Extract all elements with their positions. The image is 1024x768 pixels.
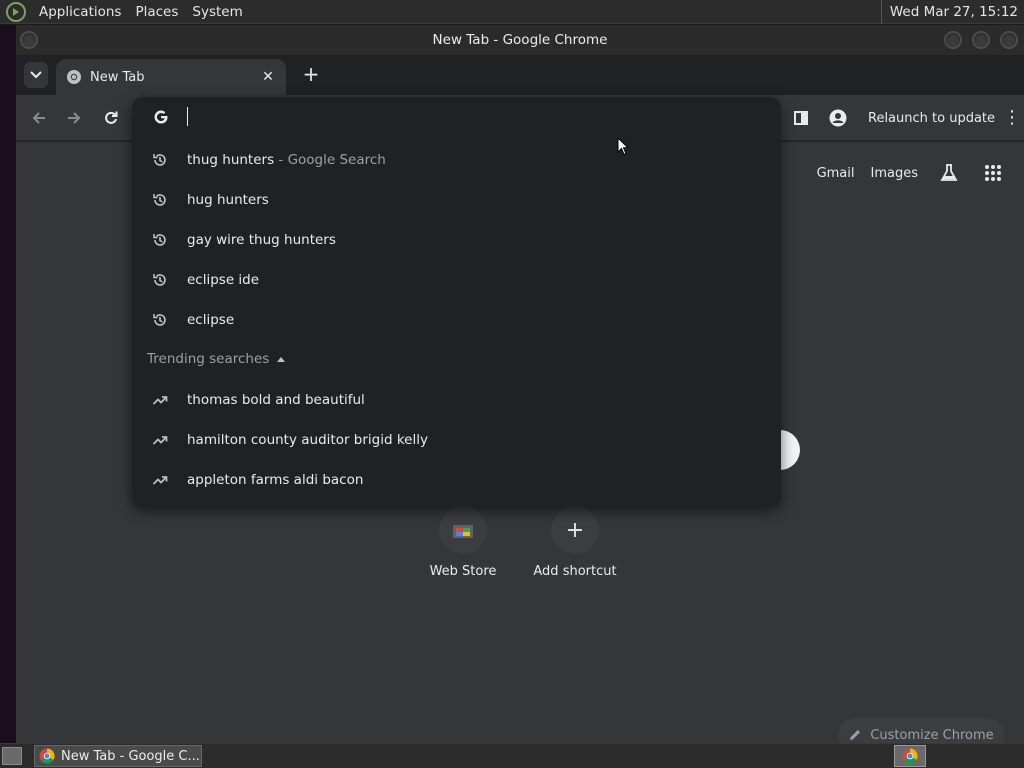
desktop-background [0, 25, 16, 743]
reload-icon [105, 111, 118, 124]
shortcut-web-store[interactable]: Web Store [413, 506, 513, 579]
text-caret [187, 107, 188, 126]
kebab-menu-icon: ⋮ [1003, 107, 1022, 128]
plus-icon: + [551, 506, 599, 554]
places-menu[interactable]: Places [128, 0, 185, 24]
omnibox-input-row [132, 97, 781, 139]
shortcut-label: Add shortcut [533, 564, 617, 579]
chrome-icon [39, 748, 55, 764]
suggestion-item[interactable]: thug hunters - Google Search [132, 140, 781, 180]
suggestion-query: thug hunters [187, 152, 275, 168]
tab-new-tab[interactable]: New Tab ✕ [56, 59, 286, 95]
arrow-right-icon [68, 112, 81, 124]
maximize-button[interactable] [972, 31, 990, 49]
chrome-icon [902, 748, 918, 764]
customize-label: Customize Chrome [870, 727, 994, 743]
bottom-taskbar: New Tab - Google C... [0, 743, 1024, 768]
suggestion-item[interactable]: gay wire thug hunters [132, 220, 781, 260]
close-tab-icon[interactable]: ✕ [260, 69, 276, 85]
relaunch-label: Relaunch to update [868, 110, 996, 126]
gmail-link[interactable]: Gmail [817, 166, 855, 181]
show-desktop-icon[interactable] [2, 747, 22, 765]
shortcut-add[interactable]: + Add shortcut [525, 506, 625, 579]
labs-flask-icon[interactable] [936, 160, 962, 186]
top-panel: Applications Places System Wed Mar 27, 1… [0, 0, 1024, 24]
pencil-icon [850, 730, 861, 740]
suggestion-text: eclipse ide [187, 272, 260, 288]
trending-text: appleton farms aldi bacon [187, 472, 364, 488]
profile-icon [829, 109, 847, 127]
omnibox-dropdown: thug hunters - Google Search hug hunters… [132, 97, 781, 507]
suggestion-item[interactable]: hug hunters [132, 180, 781, 220]
panel-clock[interactable]: Wed Mar 27, 15:12 [880, 0, 1018, 24]
trending-item[interactable]: appleton farms aldi bacon [132, 460, 781, 500]
trending-icon [152, 476, 168, 485]
new-tab-button[interactable]: + [299, 63, 323, 87]
chrome-favicon-icon [67, 70, 81, 84]
workspace-switcher-active[interactable] [894, 745, 926, 767]
tab-title: New Tab [90, 69, 145, 85]
suggestion-suffix: - Google Search [274, 152, 386, 168]
trending-icon [152, 396, 168, 405]
side-panel-button[interactable] [788, 105, 814, 131]
suggestion-item[interactable]: eclipse ide [132, 260, 781, 300]
web-store-icon [439, 506, 487, 554]
omnibox-input[interactable] [186, 105, 746, 131]
system-menu[interactable]: System [185, 0, 249, 24]
minimize-button[interactable] [944, 31, 962, 49]
apps-grid-icon[interactable] [980, 160, 1006, 186]
taskbar-chrome-window[interactable]: New Tab - Google C... [34, 745, 202, 767]
profile-button[interactable] [825, 105, 851, 131]
suggestion-text: hug hunters [187, 192, 269, 208]
history-icon [153, 194, 166, 206]
taskbar-window-label: New Tab - Google C... [61, 748, 200, 764]
trending-searches-header[interactable]: Trending searches [147, 351, 286, 367]
suggestion-item[interactable]: eclipse [132, 300, 781, 340]
suggestion-text: eclipse [187, 312, 235, 328]
ntp-header-links: Gmail Images [801, 160, 1006, 186]
history-icon [153, 274, 166, 286]
chrome-window: New Tab - Google Chrome New Tab ✕ + Rela… [16, 25, 1024, 752]
applications-menu[interactable]: Applications [32, 0, 128, 24]
tab-strip: New Tab ✕ + [16, 55, 1024, 95]
relaunch-to-update-button[interactable]: Relaunch to update ⋮ [868, 105, 1021, 131]
arrow-left-icon [32, 112, 45, 124]
history-icon [153, 314, 166, 326]
forward-button[interactable] [61, 105, 87, 131]
suggestion-text: gay wire thug hunters [187, 232, 336, 248]
reload-button[interactable] [98, 105, 124, 131]
back-button[interactable] [26, 105, 52, 131]
window-titlebar[interactable]: New Tab - Google Chrome [16, 25, 1024, 55]
trending-header-label: Trending searches [147, 351, 270, 367]
shortcut-label: Web Store [429, 564, 497, 579]
window-menu-button[interactable] [20, 31, 38, 49]
close-window-button[interactable] [1000, 31, 1018, 49]
side-panel-icon [794, 111, 808, 125]
google-g-icon [154, 110, 168, 124]
images-link[interactable]: Images [871, 166, 919, 181]
window-title: New Tab - Google Chrome [432, 32, 608, 48]
trending-text: hamilton county auditor brigid kelly [187, 432, 428, 448]
mouse-pointer-icon [617, 137, 629, 156]
distro-logo-icon[interactable] [6, 1, 26, 22]
trending-item[interactable]: hamilton county auditor brigid kelly [132, 420, 781, 460]
suggestion-text: thug hunters - Google Search [187, 152, 386, 168]
collapse-caret-icon [277, 356, 286, 362]
trending-icon [152, 436, 168, 445]
chevron-down-icon [30, 71, 42, 79]
history-icon [153, 234, 166, 246]
workspace-switcher-empty[interactable] [928, 745, 992, 767]
trending-item[interactable]: thomas bold and beautiful [132, 380, 781, 420]
trending-text: thomas bold and beautiful [187, 392, 365, 408]
history-icon [153, 154, 166, 166]
tab-search-button[interactable] [24, 62, 48, 88]
